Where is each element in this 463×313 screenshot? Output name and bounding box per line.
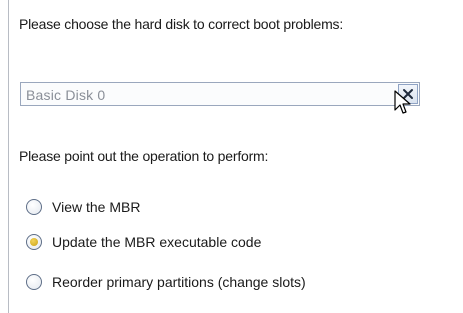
- disk-select[interactable]: Basic Disk 0: [20, 82, 420, 106]
- option-update-mbr-code-label: Update the MBR executable code: [52, 234, 262, 250]
- option-reorder-partitions-label: Reorder primary partitions (change slots…: [52, 274, 306, 290]
- option-reorder-partitions[interactable]: Reorder primary partitions (change slots…: [26, 271, 306, 293]
- radio-reorder-partitions[interactable]: [26, 274, 42, 290]
- operation-label: Please point out the operation to perfor…: [19, 148, 269, 164]
- radio-view-mbr[interactable]: [26, 199, 42, 215]
- mouse-cursor-icon: [394, 90, 412, 121]
- radio-update-mbr-code[interactable]: [26, 234, 42, 250]
- disk-select-value: Basic Disk 0: [26, 87, 106, 103]
- disk-choice-label: Please choose the hard disk to correct b…: [19, 16, 344, 32]
- option-update-mbr-code[interactable]: Update the MBR executable code: [26, 231, 261, 253]
- option-view-mbr[interactable]: View the MBR: [26, 196, 140, 218]
- option-view-mbr-label: View the MBR: [52, 199, 141, 215]
- boot-correction-panel: Please choose the hard disk to correct b…: [8, 0, 463, 313]
